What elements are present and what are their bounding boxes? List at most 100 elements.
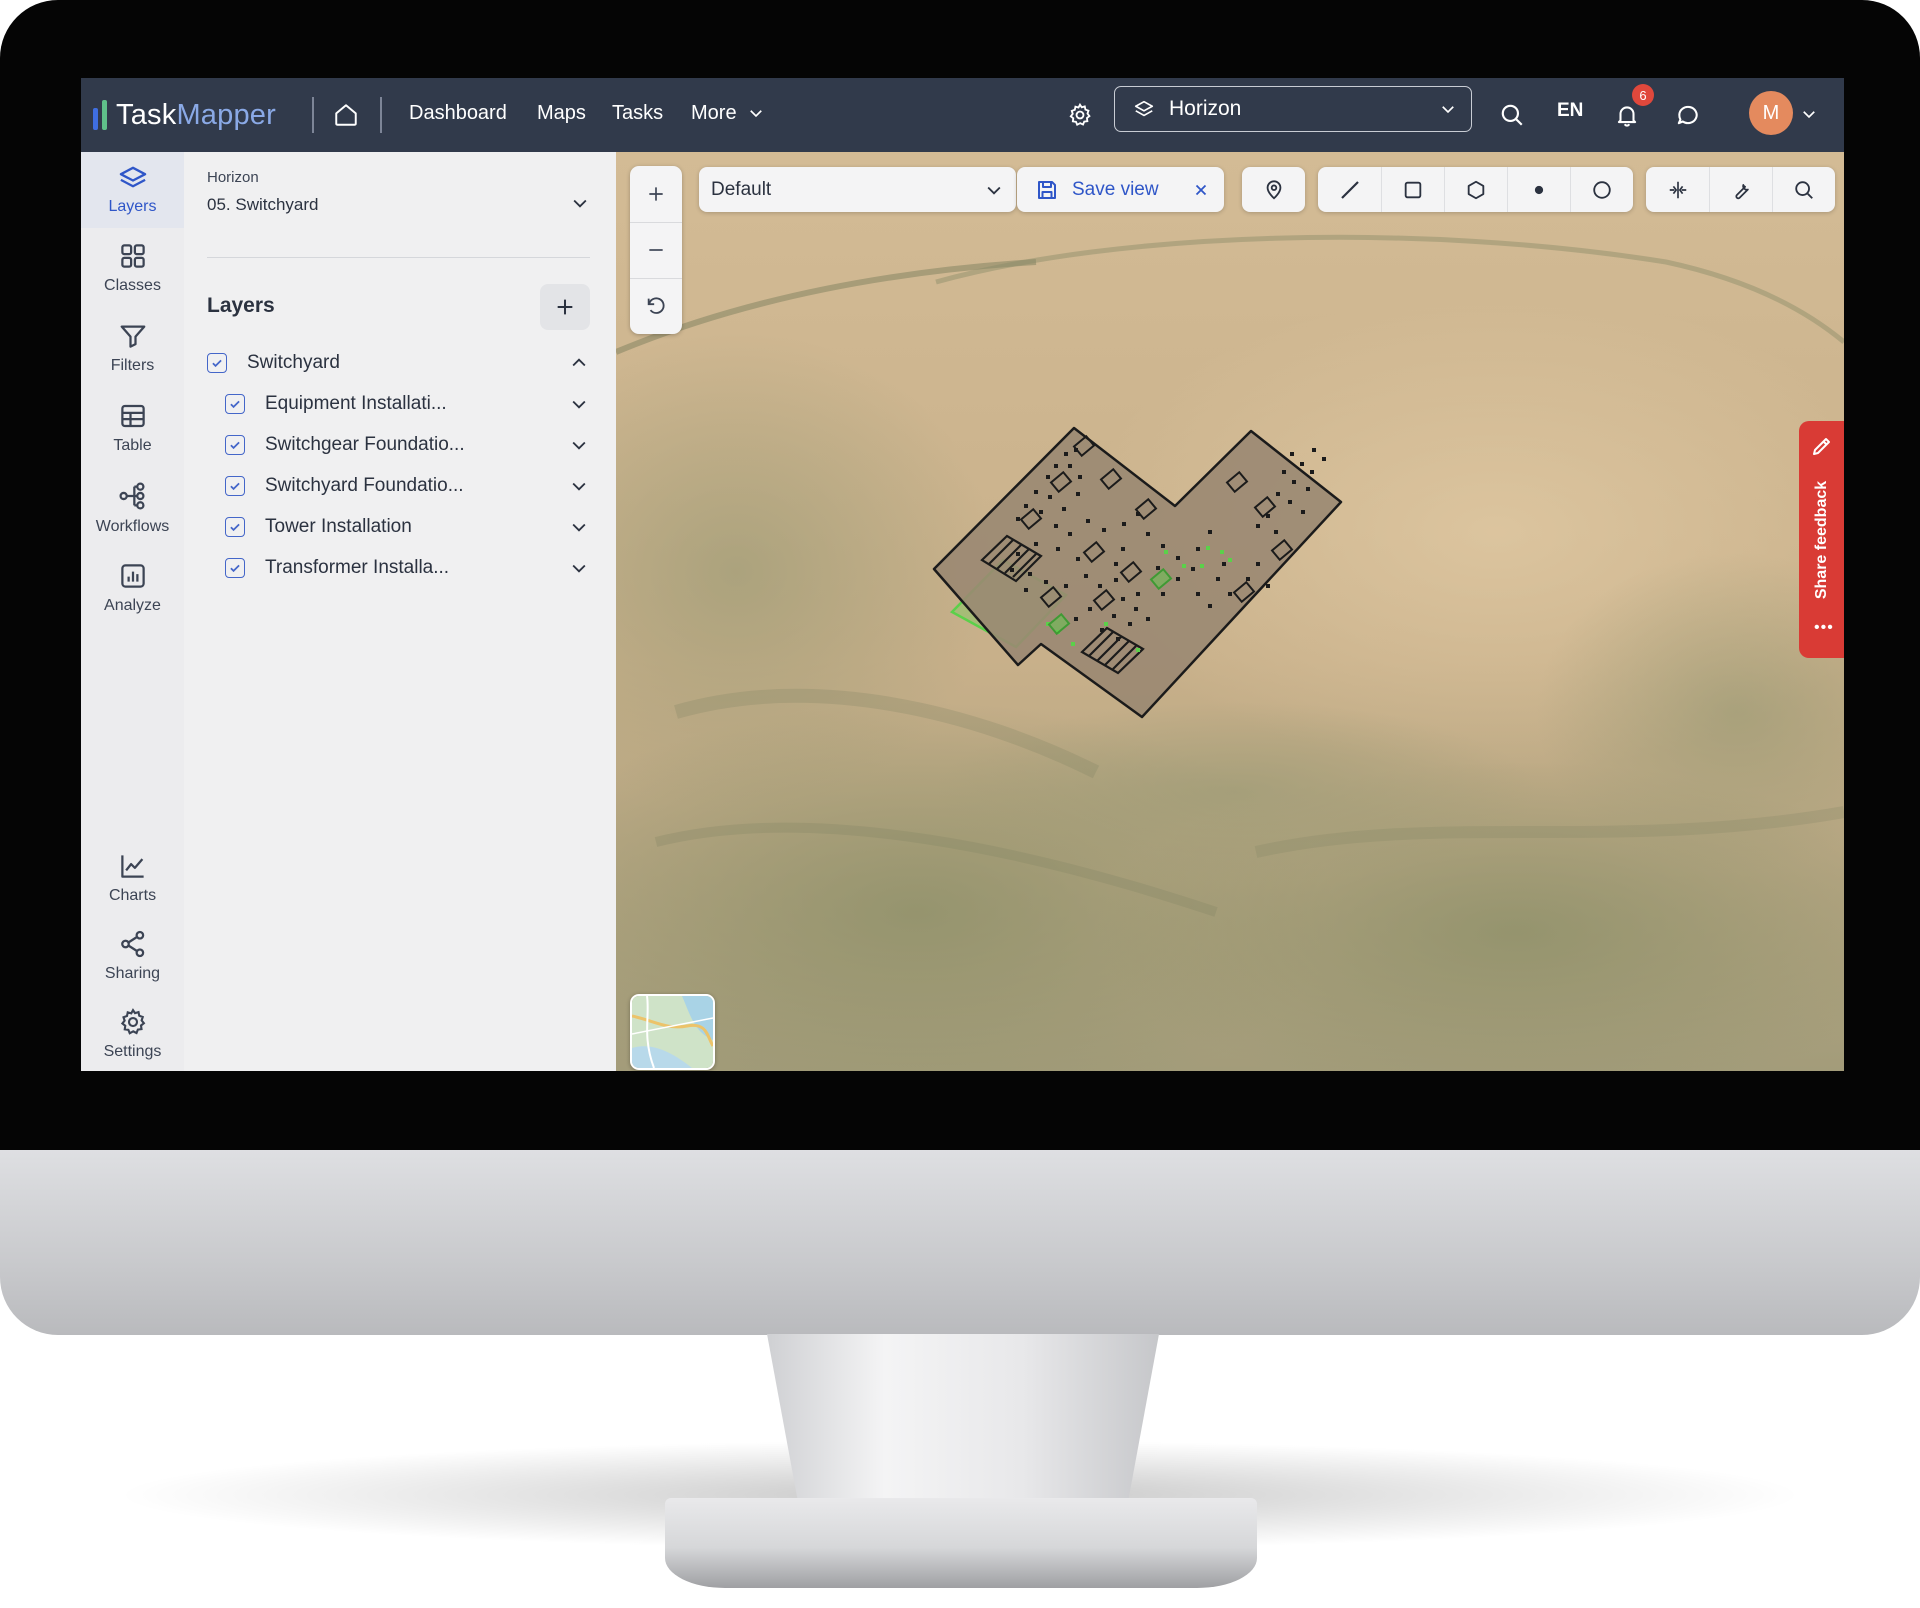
check-icon [212,359,222,368]
layer-checkbox[interactable] [225,476,245,496]
snap-button[interactable] [1646,167,1709,212]
layer-item[interactable]: Tower Installation [225,510,590,544]
map-search-button[interactable] [1772,167,1835,212]
nav-more-menu[interactable]: More [691,98,765,128]
chevron-down-icon [1803,111,1815,119]
zoom-in-button[interactable] [630,166,682,222]
share-feedback-tab[interactable]: Share feedback ••• [1799,421,1844,658]
draw-circle-button[interactable] [1570,167,1633,212]
rail-item-label: Workflows [95,518,170,535]
user-avatar[interactable]: M [1749,91,1793,135]
expand-button[interactable] [568,517,590,537]
rail-item-table[interactable]: Table [81,390,184,466]
chevron-down-icon [572,564,586,573]
project-name: Horizon [207,169,259,186]
tools-button[interactable] [1709,167,1772,212]
app-logo[interactable]: Task Mapper [93,96,276,134]
layer-checkbox[interactable] [225,558,245,578]
project-selector[interactable]: Horizon [1114,86,1472,132]
home-button[interactable] [327,96,365,134]
layer-item[interactable]: Equipment Installati... [225,387,590,421]
layer-item[interactable]: Switchyard Foundatio... [225,469,590,503]
draw-polygon-button[interactable] [1444,167,1507,212]
location-button[interactable] [1242,167,1305,212]
nav-dashboard[interactable]: Dashboard [409,98,507,128]
draw-line-button[interactable] [1318,167,1381,212]
expand-button[interactable] [568,435,590,455]
expand-button[interactable] [568,394,590,414]
notification-badge: 6 [1632,84,1654,106]
layer-group-switchyard[interactable]: Switchyard [207,346,590,380]
draw-rectangle-button[interactable] [1381,167,1444,212]
monitor-stand-neck [767,1334,1159,1504]
save-view-button[interactable]: Save view [1072,179,1192,201]
layer-label: Tower Installation [265,516,412,537]
draw-tool-group [1318,167,1633,212]
save-view-control: Save view [1017,167,1224,212]
nav-tasks[interactable]: Tasks [612,98,663,128]
map-viewport[interactable]: Default Save view Share feedback ••• [616,152,1844,1071]
close-icon[interactable] [1192,181,1210,199]
gear-icon [1069,102,1091,127]
share-icon [120,930,144,958]
language-selector[interactable]: EN [1557,100,1583,122]
chevron-down-icon [572,523,586,532]
location-tool-group [1242,167,1305,212]
rail-item-label: Table [113,437,152,454]
expand-button[interactable] [568,476,590,496]
search-button[interactable] [1493,96,1531,134]
chevron-down-icon [572,441,586,450]
add-layer-button[interactable] [540,284,590,330]
expand-button[interactable] [568,558,590,578]
logo-text-mapper: Mapper [176,98,276,131]
map-imagery [616,152,1844,1071]
reset-view-button[interactable] [630,278,682,334]
rail-item-filters[interactable]: Filters [81,310,184,386]
layer-checkbox[interactable] [225,517,245,537]
save-icon [1038,180,1056,199]
basemap-switcher[interactable] [630,994,715,1070]
draw-point-button[interactable] [1507,167,1570,212]
rail-item-label: Filters [110,357,155,374]
rail-item-settings[interactable]: Settings [81,996,184,1071]
layers-icon [119,166,146,188]
layer-item[interactable]: Switchgear Foundatio... [225,428,590,462]
monitor-stand-base [665,1498,1257,1588]
settings-button[interactable] [1061,96,1099,134]
bar-chart-icon [120,564,145,588]
search-icon [1795,180,1813,199]
layer-checkbox[interactable] [225,394,245,414]
panel-title: Layers [207,294,275,317]
layer-item[interactable]: Transformer Installa... [225,551,590,585]
line-chart-icon [120,855,144,878]
project-layer-selector[interactable]: Horizon 05. Switchyard [207,169,590,233]
feedback-label: Share feedback [1813,480,1830,600]
rail-item-classes[interactable]: Classes [81,230,184,306]
layer-label: Transformer Installa... [265,557,450,578]
rail-item-analyze[interactable]: Analyze [81,550,184,626]
nav-maps[interactable]: Maps [537,98,586,128]
rail-item-charts[interactable]: Charts [81,840,184,916]
grid-icon [120,244,145,268]
divider [380,97,382,133]
rail-item-sharing[interactable]: Sharing [81,918,184,994]
layer-checkbox[interactable] [207,353,227,373]
utility-tool-group [1646,167,1835,212]
filter-icon [120,325,145,348]
rail-item-label: Charts [108,887,157,904]
dot-icon [1534,185,1544,194]
zoom-out-button[interactable] [630,222,682,278]
user-menu-button[interactable] [1797,102,1821,126]
rail-item-workflows[interactable]: Workflows [81,470,184,546]
check-icon [230,482,240,491]
layer-checkbox[interactable] [225,435,245,455]
saved-view-dropdown[interactable]: Default [699,167,1016,212]
check-icon [230,523,240,532]
chevron-down-icon [749,110,762,118]
chat-button[interactable] [1669,96,1707,134]
collapse-button[interactable] [568,353,590,373]
layers-icon [1134,100,1154,117]
project-selector-value: Horizon [1169,97,1242,120]
rail-item-layers[interactable]: Layers [81,152,184,228]
zoom-controls [630,166,682,334]
